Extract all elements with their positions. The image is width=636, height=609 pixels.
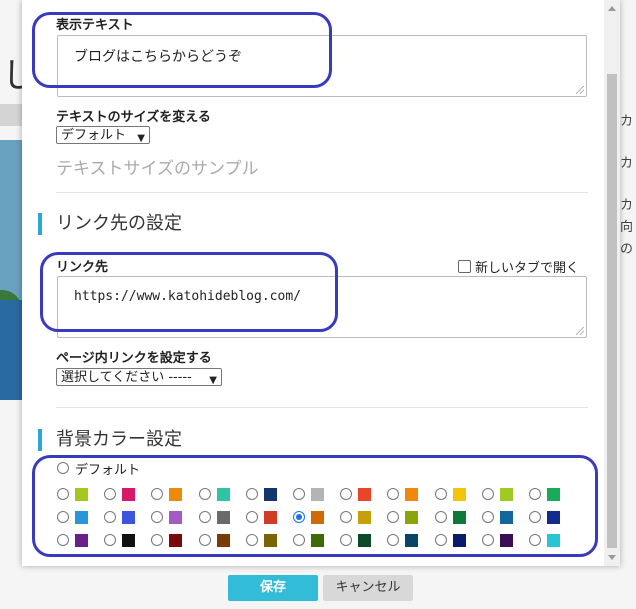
divider <box>56 192 588 193</box>
text-size-selected: デフォルト <box>61 128 127 143</box>
divider <box>56 407 588 408</box>
chevron-down-icon: ▼ <box>209 375 217 386</box>
scroll-thumb[interactable] <box>607 74 617 548</box>
new-tab-label: 新しいタブで開く <box>475 261 580 276</box>
text-size-sample: テキストサイズのサンプル <box>56 159 259 179</box>
anchor-link-label: ページ内リンクを設定する <box>56 351 212 366</box>
resize-handle[interactable] <box>576 327 584 335</box>
cancel-button[interactable]: キャンセル <box>323 575 413 601</box>
anchor-link-selected: 選択してください ----- <box>61 370 192 385</box>
new-tab-checkbox[interactable]: 新しいタブで開く <box>458 257 579 276</box>
link-section-title: リンク先の設定 <box>38 213 182 235</box>
link-settings-modal: 表示テキスト ブログはこちらからどうぞ テキストのサイズを変える デフォルト ▼… <box>22 0 620 566</box>
new-tab-checkbox-box[interactable] <box>458 260 471 273</box>
save-button[interactable]: 保存 <box>228 575 318 601</box>
scroll-down-icon[interactable] <box>608 555 616 560</box>
anchor-link-select[interactable]: 選択してください ----- ▼ <box>56 368 222 386</box>
text-size-select[interactable]: デフォルト ▼ <box>56 126 150 144</box>
modal-scrollbar[interactable] <box>604 0 620 566</box>
bg-color-section-title: 背景カラー設定 <box>38 429 182 451</box>
annotation-outline-bg-color <box>32 455 598 557</box>
annotation-outline-display-text <box>32 12 332 88</box>
scroll-up-icon[interactable] <box>608 6 616 11</box>
resize-handle[interactable] <box>576 86 584 94</box>
text-size-label: テキストのサイズを変える <box>56 110 211 125</box>
modal-content: 表示テキスト ブログはこちらからどうぞ テキストのサイズを変える デフォルト ▼… <box>22 0 604 566</box>
chevron-down-icon: ▼ <box>137 133 145 144</box>
annotation-outline-link <box>40 252 338 332</box>
